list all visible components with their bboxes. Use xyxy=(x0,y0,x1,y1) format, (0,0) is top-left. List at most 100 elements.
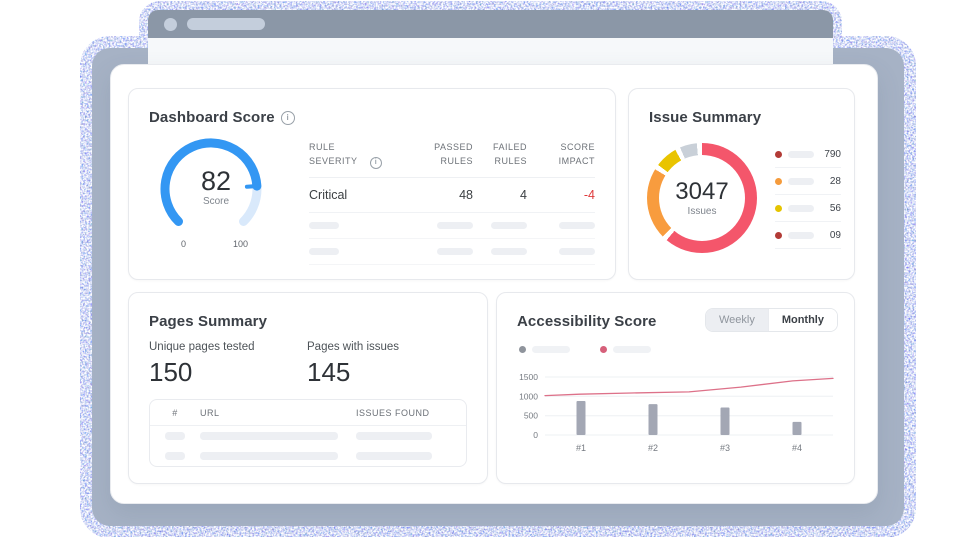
legend-dot xyxy=(775,151,782,158)
placeholder-pill xyxy=(788,232,814,239)
issues-legend: 790 28 56 09 xyxy=(775,141,841,249)
table-row-placeholder xyxy=(309,239,595,265)
placeholder-pill xyxy=(165,452,185,460)
placeholder-pill xyxy=(788,151,814,158)
svg-text:#3: #3 xyxy=(720,443,730,453)
legend-item xyxy=(519,346,570,353)
placeholder-pill xyxy=(356,452,432,460)
severity-cell: Critical xyxy=(309,187,348,202)
header-passed-rules: PASSED RULES xyxy=(434,142,473,166)
placeholder-pill xyxy=(559,221,595,229)
browser-avatar-placeholder-icon xyxy=(164,17,177,31)
stat-pages-with-issues: Pages with issues 145 xyxy=(307,341,399,388)
browser-tab-placeholder xyxy=(187,18,265,30)
dashboard-score-title: Dashboard Score i xyxy=(149,109,295,126)
accessibility-score-title: Accessibility Score xyxy=(517,313,656,330)
svg-text:1000: 1000 xyxy=(519,391,538,401)
issues-total: 3047 xyxy=(675,178,729,205)
header-url: URL xyxy=(200,408,220,418)
gauge-score-label: Score xyxy=(202,196,230,207)
stat-label: Unique pages tested xyxy=(149,341,255,353)
stat-label: Pages with issues xyxy=(307,341,400,353)
accessibility-bar-chart: 0 500 1000 1500 #1 #2 #3 #4 xyxy=(519,372,834,453)
gauge-center: 82 Score xyxy=(151,167,281,207)
issue-summary-title-text: Issue Summary xyxy=(649,109,762,126)
legend-dot xyxy=(775,205,782,212)
placeholder-pill xyxy=(200,432,338,440)
dashboard-panel: Dashboard Score i 0 100 82 Score RULE SEV… xyxy=(110,64,878,504)
svg-text:500: 500 xyxy=(524,411,538,421)
placeholder-pill xyxy=(491,247,527,255)
table-row-placeholder xyxy=(150,446,466,466)
placeholder-pill xyxy=(356,432,432,440)
donut-center: 3047 Issues xyxy=(659,155,745,241)
header-failed-rules: FAILED RULES xyxy=(492,142,527,166)
table-row-placeholder xyxy=(309,213,595,239)
table-row: Critical 48 4 -4 xyxy=(309,178,595,213)
accessibility-score-card: Accessibility Score Weekly Monthly 0 500 1… xyxy=(496,292,855,484)
pages-summary-card: Pages Summary Unique pages tested 150 Pa… xyxy=(128,292,488,484)
stat-value: 145 xyxy=(307,357,351,387)
svg-text:#4: #4 xyxy=(792,443,802,453)
svg-text:0: 0 xyxy=(181,239,186,249)
legend-row: 790 xyxy=(775,141,841,168)
legend-value: 28 xyxy=(829,176,841,187)
issue-summary-title: Issue Summary xyxy=(649,109,761,126)
legend-row: 28 xyxy=(775,168,841,195)
placeholder-pill xyxy=(309,247,339,255)
browser-titlebar xyxy=(148,10,833,38)
placeholder-pill xyxy=(200,452,338,460)
pages-summary-title-text: Pages Summary xyxy=(149,313,268,330)
placeholder-pill xyxy=(491,221,527,229)
svg-text:#2: #2 xyxy=(648,443,658,453)
severity-table: RULE SEVERITY i PASSED RULES FAILED RULES… xyxy=(309,141,595,265)
period-toggle: Weekly Monthly xyxy=(704,308,838,332)
passed-cell: 48 xyxy=(459,187,473,202)
toggle-monthly-button[interactable]: Monthly xyxy=(767,309,837,331)
stat-unique-pages: Unique pages tested 150 xyxy=(149,341,255,388)
severity-table-header: RULE SEVERITY i PASSED RULES FAILED RULES… xyxy=(309,141,595,178)
legend-dot xyxy=(775,232,782,239)
placeholder-pill xyxy=(532,346,570,353)
pages-table: # URL ISSUES FOUND xyxy=(149,399,467,467)
placeholder-pill xyxy=(309,221,339,229)
legend-dot xyxy=(775,178,782,185)
impact-cell: -4 xyxy=(583,187,595,202)
info-icon[interactable]: i xyxy=(280,110,295,125)
chart-legend xyxy=(519,346,651,353)
legend-dot xyxy=(519,346,526,353)
svg-text:100: 100 xyxy=(233,239,248,249)
header-rule-severity: RULE SEVERITY i xyxy=(309,141,401,169)
placeholder-pill xyxy=(165,432,185,440)
legend-value: 09 xyxy=(829,230,841,241)
svg-text:#1: #1 xyxy=(576,443,586,453)
toggle-weekly-button[interactable]: Weekly xyxy=(705,309,768,331)
placeholder-pill xyxy=(559,247,595,255)
placeholder-pill xyxy=(788,178,814,185)
placeholder-pill xyxy=(613,346,651,353)
header-score-impact: SCORE IMPACT xyxy=(558,142,595,166)
info-icon[interactable]: i xyxy=(370,156,382,169)
header-issues-found: ISSUES FOUND xyxy=(356,408,430,418)
dashboard-score-card: Dashboard Score i 0 100 82 Score RULE SEV… xyxy=(128,88,616,280)
stat-value: 150 xyxy=(149,357,193,387)
gauge-score-value: 82 xyxy=(200,166,232,196)
issues-donut-chart: 3047 Issues xyxy=(647,143,757,253)
header-number: # xyxy=(172,408,178,418)
issue-summary-card: Issue Summary 3047 Issues 790 28 56 09 xyxy=(628,88,855,280)
score-gauge: 0 100 82 Score xyxy=(151,131,281,253)
legend-value: 790 xyxy=(824,149,841,160)
dashboard-score-title-text: Dashboard Score xyxy=(149,109,275,126)
placeholder-pill xyxy=(788,205,814,212)
pages-summary-title: Pages Summary xyxy=(149,313,267,330)
failed-cell: 4 xyxy=(520,187,527,202)
legend-row: 09 xyxy=(775,222,841,249)
screenshot-stage: Dashboard Score i 0 100 82 Score RULE SEV… xyxy=(0,0,980,537)
table-row-placeholder xyxy=(150,426,466,446)
legend-value: 56 xyxy=(829,203,841,214)
legend-row: 56 xyxy=(775,195,841,222)
accessibility-score-title-text: Accessibility Score xyxy=(517,313,657,330)
pages-table-header: # URL ISSUES FOUND xyxy=(150,400,466,426)
legend-dot xyxy=(600,346,607,353)
placeholder-pill xyxy=(437,247,473,255)
